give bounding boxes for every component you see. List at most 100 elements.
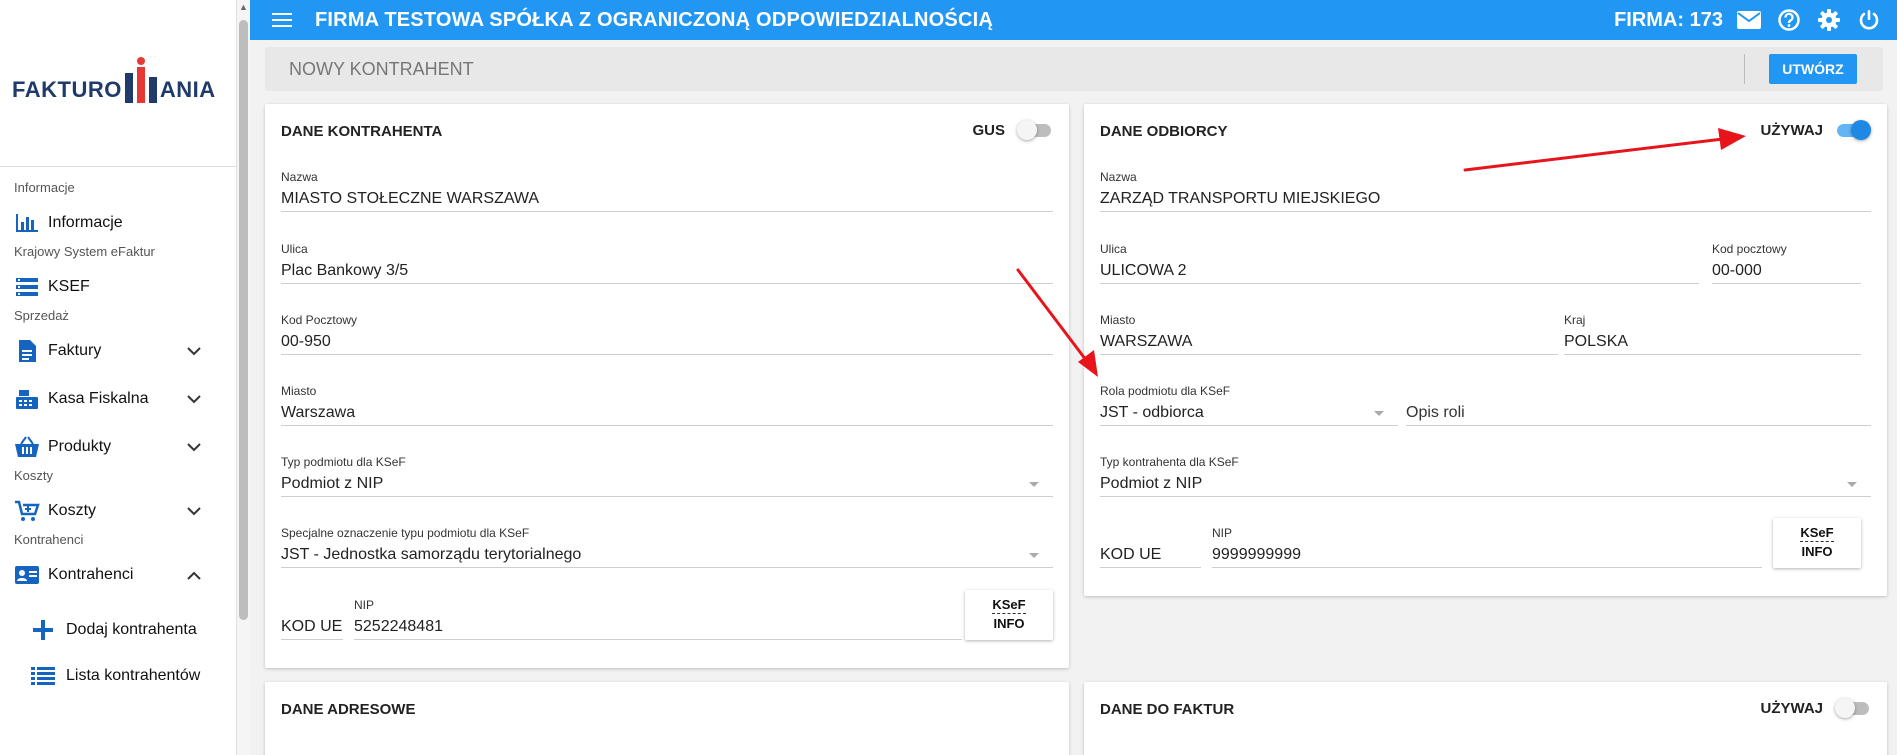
dropdown-caret-icon[interactable] [1847,482,1857,487]
field-label: Kraj [1564,313,1586,327]
ksef-info-button[interactable]: KSeF INFO [965,590,1053,640]
nazwa-input[interactable]: MIASTO STOŁECZNE WARSZAWA [281,186,1053,212]
uzywaj-toggle-group: UŻYWAJ [1760,119,1871,141]
dropdown-caret-icon[interactable] [1029,482,1039,487]
sidebar-item-faktury[interactable]: Faktury [0,327,236,375]
opis-roli-input[interactable]: Opis roli [1406,400,1871,426]
top-bar: FIRMA TESTOWA SPÓŁKA Z OGRANICZONĄ ODPOW… [250,0,1897,40]
card-dane-do-faktur: DANE DO FAKTUR UŻYWAJ [1084,682,1887,755]
list-icon [30,664,56,688]
hamburger-menu-icon[interactable] [272,13,292,27]
bar-chart-icon [14,211,40,235]
specjalne-oznaczenie-select[interactable]: JST - Jednostka samorządu terytorialnego [281,542,1053,568]
field-ulica: Ulica ULICOWA 2 [1100,242,1699,284]
typ-podmiotu-select[interactable]: Podmiot z NIP [281,471,1053,497]
uzywaj-label: UŻYWAJ [1760,699,1823,717]
help-icon[interactable] [1777,8,1801,32]
sidebar-item-label: KSEF [48,278,90,295]
uzywaj-faktur-toggle[interactable] [1835,697,1871,719]
gus-toggle-group: GUS [972,119,1053,141]
chevron-down-icon[interactable] [182,503,206,519]
field-miasto: Miasto WARSZAWA [1100,313,1558,355]
sidebar-subitem-dodaj-kontrahenta[interactable]: Dodaj kontrahenta [0,607,236,653]
dropdown-caret-icon[interactable] [1374,411,1384,416]
document-icon [14,339,40,363]
ksef-info-button[interactable]: KSeF INFO [1773,518,1861,568]
sidebar-item-kasa-fiskalna[interactable]: Kasa Fiskalna [0,375,236,423]
app-logo[interactable]: FAKTURO ANIA [12,57,216,103]
chevron-up-icon[interactable] [182,567,206,583]
field-label: NIP [1212,526,1233,540]
chevron-down-icon[interactable] [182,391,206,407]
field-label: Specjalne oznaczenie typu podmiotu dla K… [281,526,530,540]
card-title: DANE ODBIORCY [1100,123,1228,140]
gus-toggle[interactable] [1017,119,1053,141]
dropdown-caret-icon[interactable] [1029,553,1039,558]
logo-area: FAKTURO ANIA [0,0,236,167]
field-label: Nazwa [1100,170,1137,184]
field-nip: NIP 9999999999 [1212,526,1762,568]
mail-icon[interactable] [1737,8,1761,32]
company-title: FIRMA TESTOWA SPÓŁKA Z OGRANICZONĄ ODPOW… [315,8,993,31]
card-title: DANE KONTRAHENTA [281,123,443,140]
logo-m-icon [123,57,159,103]
server-icon [14,275,40,299]
gear-icon[interactable] [1817,8,1841,32]
plus-icon [30,618,56,642]
field-kod-pocztowy: Kod Pocztowy 00-950 [281,313,1053,355]
nip-input[interactable]: 5252248481 [354,614,962,640]
card-dane-kontrahenta: DANE KONTRAHENTA GUS Nazwa MIASTO STOŁEC… [265,104,1069,668]
kod-ue-input[interactable]: KOD UE [281,614,343,640]
cash-register-icon [14,387,40,411]
card-dane-adresowe: DANE ADRESOWE [265,682,1069,755]
field-label: Rola podmiotu dla KSeF [1100,384,1231,398]
field-opis-roli: Opis roli [1406,384,1871,426]
contact-card-icon [14,563,40,587]
new-contractor-name: NOWY KONTRAHENT [289,58,474,79]
firma-id: FIRMA: 173 [1614,8,1723,31]
gus-label: GUS [972,121,1005,139]
field-label: NIP [354,598,375,612]
uzywaj-odbiorca-toggle[interactable] [1835,119,1871,141]
typ-kontrahenta-select[interactable]: Podmiot z NIP [1100,471,1871,497]
field-label: Ulica [281,242,308,256]
field-typ-podmiotu: Typ podmiotu dla KSeF Podmiot z NIP [281,455,1053,497]
miasto-input[interactable]: WARSZAWA [1100,329,1558,355]
nav-section-ksef: Krajowy System eFaktur [14,243,155,259]
scroll-up-arrow-icon[interactable]: ▲ [239,2,248,12]
chevron-down-icon[interactable] [182,439,206,455]
scrollbar-thumb[interactable] [239,20,248,620]
create-button[interactable]: UTWÓRZ [1769,54,1857,84]
kod-ue-input[interactable]: KOD UE [1100,542,1201,568]
sidebar-scrollbar[interactable]: ▲ [236,0,250,755]
card-title: DANE ADRESOWE [281,701,416,718]
kod-pocztowy-input[interactable]: 00-950 [281,329,1053,355]
chevron-down-icon[interactable] [182,343,206,359]
divider [1744,54,1745,84]
new-contractor-bar: NOWY KONTRAHENT UTWÓRZ [265,47,1883,91]
rola-podmiotu-select[interactable]: JST - odbiorca [1100,400,1398,426]
sidebar-subitem-label: Dodaj kontrahenta [66,621,197,638]
sidebar-item-kontrahenci[interactable]: Kontrahenci [0,551,236,599]
ulica-input[interactable]: ULICOWA 2 [1100,258,1699,284]
ulica-input[interactable]: Plac Bankowy 3/5 [281,258,1053,284]
kraj-input[interactable]: POLSKA [1564,329,1861,355]
power-icon[interactable] [1857,8,1881,32]
field-kod-ue: KOD UE [281,598,343,640]
sidebar-item-label: Kontrahenci [48,566,134,583]
field-label: Kod pocztowy [1712,242,1787,256]
field-specjalne-oznaczenie: Specjalne oznaczenie typu podmiotu dla K… [281,526,1053,568]
field-ulica: Ulica Plac Bankowy 3/5 [281,242,1053,284]
nazwa-input[interactable]: ZARZĄD TRANSPORTU MIEJSKIEGO [1100,186,1871,212]
ksef-label: KSeF [1800,525,1834,542]
sidebar-subitem-label: Lista kontrahentów [66,667,201,684]
sidebar-item-label: Informacje [48,214,123,231]
field-kod-ue: KOD UE [1100,526,1201,568]
kod-pocztowy-input[interactable]: 00-000 [1712,258,1861,284]
field-kod-pocztowy: Kod pocztowy 00-000 [1712,242,1861,284]
sidebar-subitem-lista-kontrahentow[interactable]: Lista kontrahentów [0,653,236,699]
nip-input[interactable]: 9999999999 [1212,542,1762,568]
logo-text-right: ANIA [159,77,216,102]
field-nazwa: Nazwa ZARZĄD TRANSPORTU MIEJSKIEGO [1100,170,1871,212]
miasto-input[interactable]: Warszawa [281,400,1053,426]
